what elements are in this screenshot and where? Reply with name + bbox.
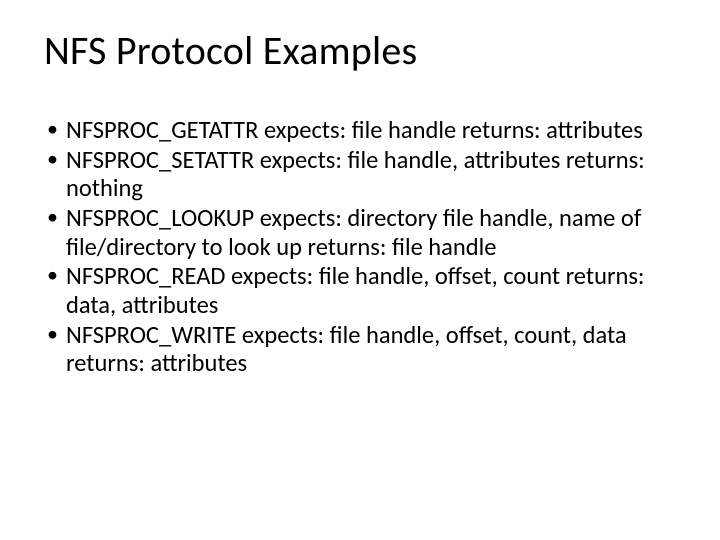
list-item: NFSPROC_GETATTR expects: file handle ret… bbox=[44, 116, 668, 145]
list-item: NFSPROC_LOOKUP expects: directory file h… bbox=[44, 204, 668, 261]
list-item: NFSPROC_SETATTR expects: file handle, at… bbox=[44, 146, 668, 203]
list-item: NFSPROC_WRITE expects: file handle, offs… bbox=[44, 321, 668, 378]
slide-title: NFS Protocol Examples bbox=[44, 28, 676, 74]
bullet-list: NFSPROC_GETATTR expects: file handle ret… bbox=[44, 116, 676, 378]
list-item: NFSPROC_READ expects: file handle, offse… bbox=[44, 262, 668, 319]
slide: NFS Protocol Examples NFSPROC_GETATTR ex… bbox=[0, 0, 720, 540]
